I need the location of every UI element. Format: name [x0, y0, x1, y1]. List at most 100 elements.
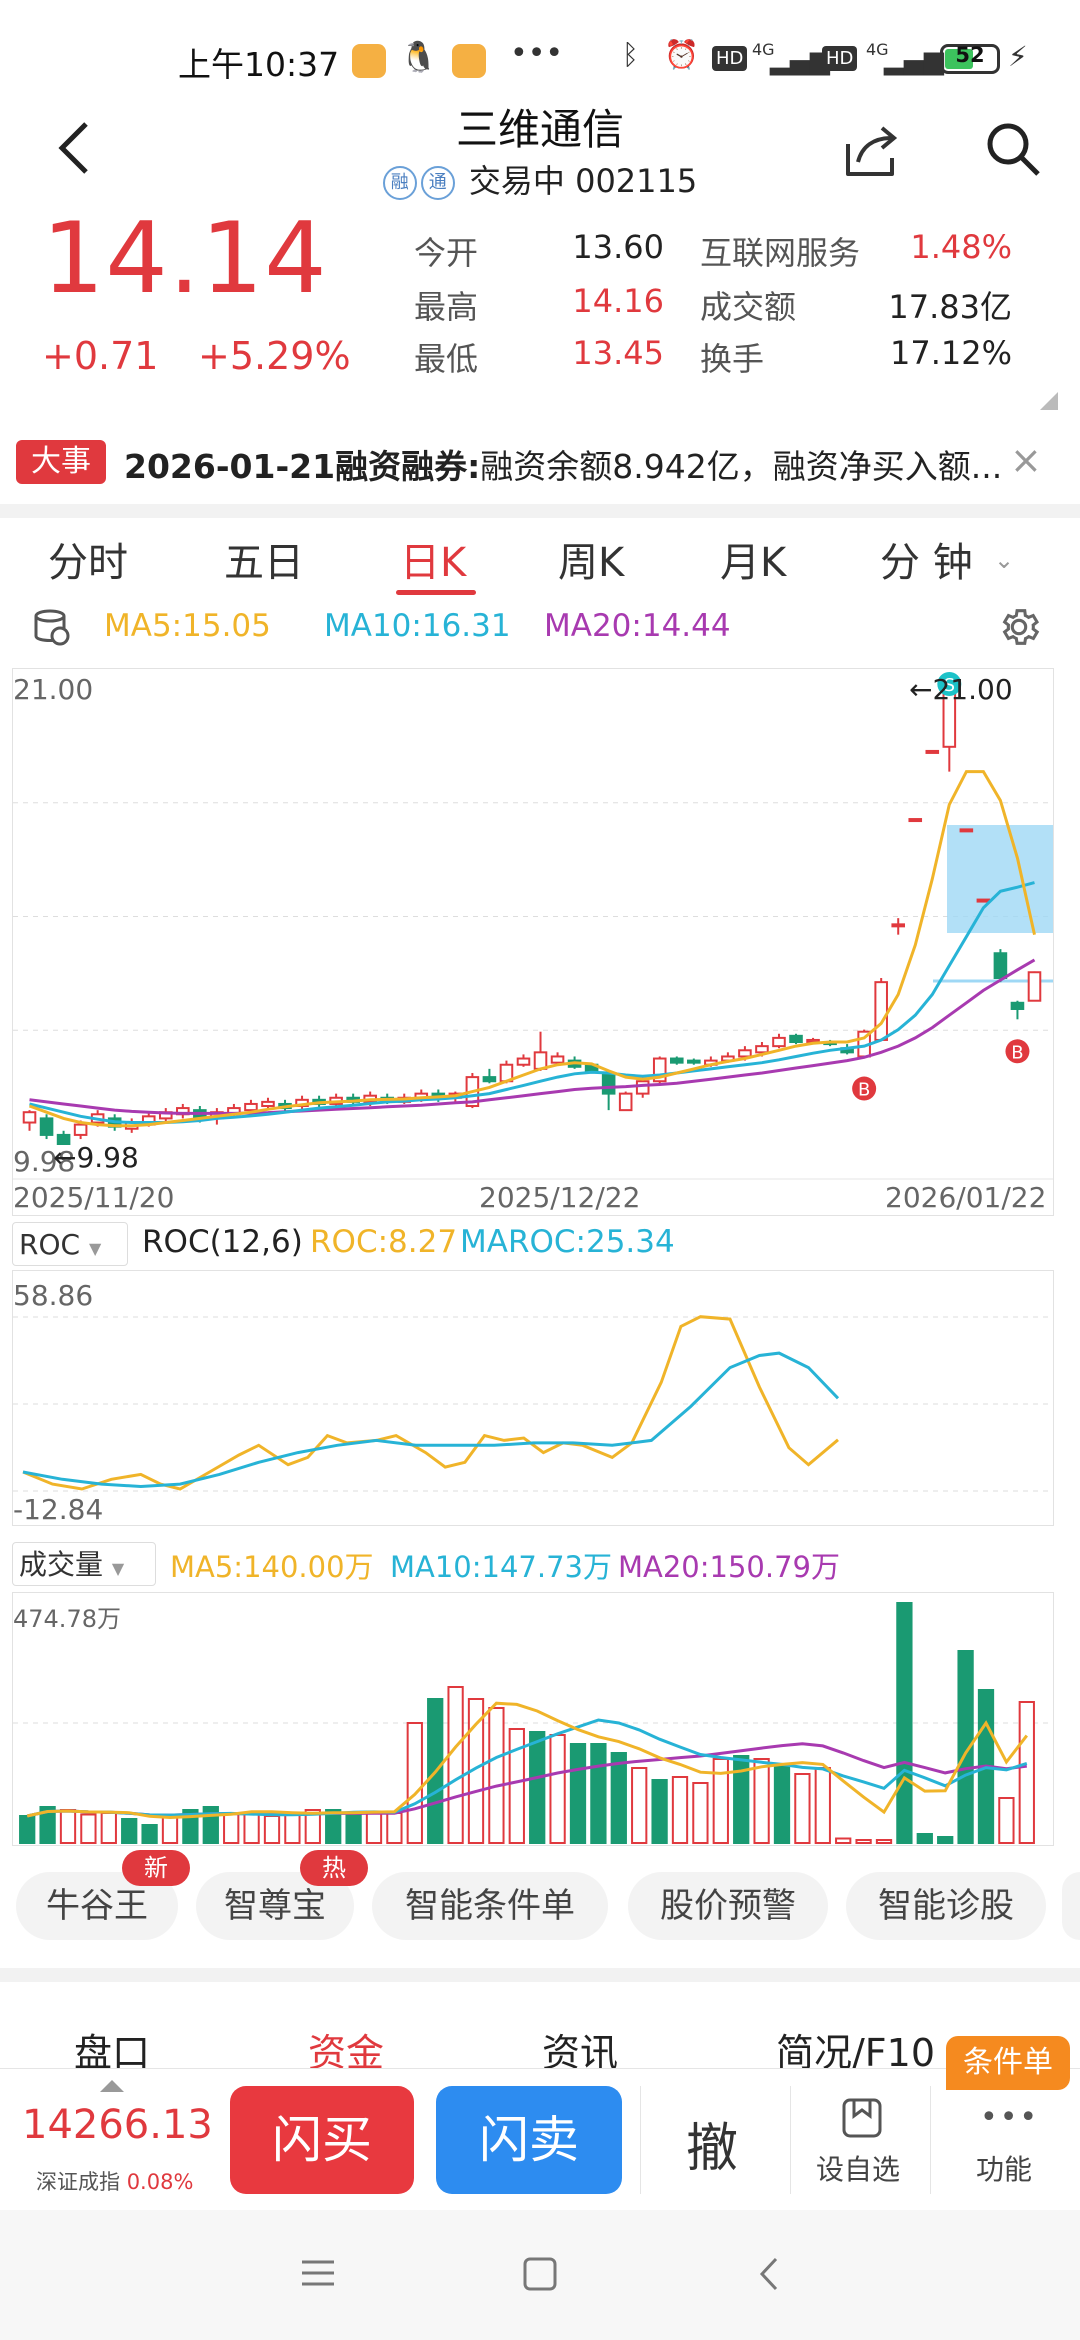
volume-bar — [121, 1818, 138, 1844]
roc-bottom-label: -12.84 — [13, 1493, 104, 1526]
expand-corner-icon[interactable] — [1040, 392, 1058, 410]
functions-label[interactable]: 功能 — [976, 2148, 1032, 2188]
divider — [0, 504, 1080, 518]
dropdown-icon-2: ▼ — [111, 1559, 125, 1578]
open-label: 今开 — [414, 234, 479, 272]
volume-bar — [692, 1782, 709, 1844]
divider-2 — [0, 1968, 1080, 1982]
amount-label: 成交额 — [700, 288, 797, 326]
hd-icon: HD — [712, 46, 748, 71]
kline-high-value: 21.00 — [932, 673, 1013, 706]
volume-bar — [100, 1812, 117, 1844]
news-badge: 大事 — [16, 440, 106, 484]
roc-panel[interactable]: 58.86 -12.84 — [12, 1270, 1054, 1526]
buy-signal-marker-label: B — [858, 1080, 870, 1101]
kline-candle — [618, 1092, 633, 1112]
date-label-mid: 2025/12/22 — [479, 1181, 641, 1214]
volume-bar — [631, 1767, 648, 1844]
volume-bar — [835, 1837, 852, 1844]
volume-bar — [1018, 1701, 1035, 1844]
cancel-order-button[interactable]: 撤 — [686, 2106, 738, 2181]
conditional-order-badge[interactable]: 条件单 — [946, 2036, 1070, 2090]
tool-more[interactable] — [1062, 1872, 1080, 1940]
flash-buy-button[interactable]: 闪买 — [230, 2086, 414, 2194]
news-body: 融资余额8.942亿，融资净买入额... — [480, 447, 1003, 486]
kline-candle — [1010, 1001, 1025, 1010]
kline-high-mark: ←21.00 — [909, 673, 1013, 706]
home-nav-icon[interactable] — [522, 2256, 558, 2296]
date-label-start: 2025/11/20 — [13, 1181, 175, 1214]
kline-candle — [482, 1076, 497, 1083]
close-icon[interactable]: × — [1010, 438, 1042, 482]
settings-gear-icon[interactable] — [996, 604, 1042, 654]
tab-monthly-k[interactable]: 月K — [720, 530, 786, 588]
indicator-select[interactable]: ROC ▼ — [12, 1222, 128, 1266]
volume-bar — [345, 1812, 362, 1844]
add-watchlist-icon[interactable] — [840, 2096, 884, 2144]
kline-candle — [516, 1057, 531, 1066]
kline-candle — [22, 1111, 37, 1124]
volume-bar — [386, 1812, 403, 1844]
more-functions-icon[interactable]: ••• — [980, 2100, 1039, 2135]
kline-candle — [73, 1123, 88, 1136]
news-text: 2026-01-21融资融券:融资余额8.942亿，融资净买入额... — [124, 440, 1002, 488]
kline-candle — [550, 1055, 565, 1064]
volume-bar — [794, 1773, 811, 1844]
volume-bar — [161, 1815, 179, 1844]
flash-sell-button[interactable]: 闪卖 — [436, 2086, 622, 2194]
roc-line — [22, 1315, 839, 1491]
stock-name: 三维通信 — [455, 105, 624, 154]
volume-chart[interactable] — [13, 1593, 1053, 1845]
tab-minute[interactable]: 分 钟 — [880, 530, 973, 588]
kline-candle — [261, 1100, 275, 1108]
ma5-legend: MA5:15.05 — [104, 608, 271, 644]
back-nav-icon[interactable] — [754, 2256, 784, 2296]
search-icon[interactable] — [984, 120, 1044, 184]
roc-chart[interactable] — [13, 1271, 1053, 1525]
tab-five-day[interactable]: 五日 — [224, 530, 304, 588]
volume-bar — [671, 1776, 689, 1844]
tool-label: 牛谷王 — [46, 1886, 148, 1926]
menu-nav-icon[interactable] — [300, 2258, 336, 2292]
price-change-pct: +5.29% — [198, 334, 351, 378]
tab-daily-k[interactable]: 日K — [400, 530, 466, 588]
database-icon[interactable] — [32, 608, 72, 652]
share-icon[interactable] — [842, 122, 902, 186]
volume-select[interactable]: 成交量 ▼ — [12, 1542, 156, 1586]
volume-bar — [19, 1815, 36, 1844]
volume-top-label: 474.78万 — [13, 1605, 121, 1633]
ma5-line — [28, 770, 1036, 1128]
amount-value: 17.83亿 — [888, 288, 1012, 326]
news-ticker[interactable]: 大事 2026-01-21融资融券:融资余额8.942亿，融资净买入额... × — [0, 430, 1080, 500]
separator-3 — [930, 2086, 931, 2194]
ma10-legend: MA10:16.31 — [324, 608, 511, 644]
kline-highlight-box — [947, 825, 1053, 933]
buy-signal-marker-2-label: B — [1011, 1042, 1023, 1063]
volume-bar — [263, 1815, 281, 1844]
stock-status: 融通 交易中 002115 — [0, 156, 1080, 202]
volume-bar — [651, 1779, 668, 1844]
tool-price-alert[interactable]: 股价预警 — [628, 1872, 828, 1940]
tool-smart-diagnosis[interactable]: 智能诊股 — [846, 1872, 1046, 1940]
volume-bar — [753, 1758, 770, 1844]
tool-label: 智能条件单 — [405, 1886, 575, 1926]
qq-icon: 🐧 — [400, 40, 438, 75]
index-value[interactable]: 14266.13 — [22, 2102, 213, 2148]
volume-bar — [365, 1812, 383, 1844]
app-notification-icon-2 — [452, 44, 486, 78]
vol-ma5: MA5:140.00万 — [170, 1550, 374, 1584]
tool-smart-order[interactable]: 智能条件单 — [372, 1872, 608, 1940]
tool-label: 智能诊股 — [878, 1886, 1014, 1926]
separator-2 — [790, 2086, 791, 2194]
vol-ma5-line — [26, 1701, 1028, 1820]
add-watchlist-label[interactable]: 设自选 — [816, 2148, 900, 2188]
vol-ma10-line — [26, 1718, 1028, 1818]
app-notification-icon — [352, 44, 386, 78]
tab-intraday[interactable]: 分时 — [48, 530, 128, 588]
chevron-down-icon[interactable]: ⌄ — [994, 546, 1014, 574]
tab-weekly-k[interactable]: 周K — [558, 530, 624, 588]
kline-chart[interactable]: SBB — [13, 669, 1053, 1215]
kline-panel[interactable]: SBB 21.00 9.98 ←9.98 ←21.00 2025/11/20 2… — [12, 668, 1054, 1216]
volume-panel[interactable]: 474.78万 — [12, 1592, 1054, 1846]
volume-select-label: 成交量 — [19, 1548, 104, 1581]
